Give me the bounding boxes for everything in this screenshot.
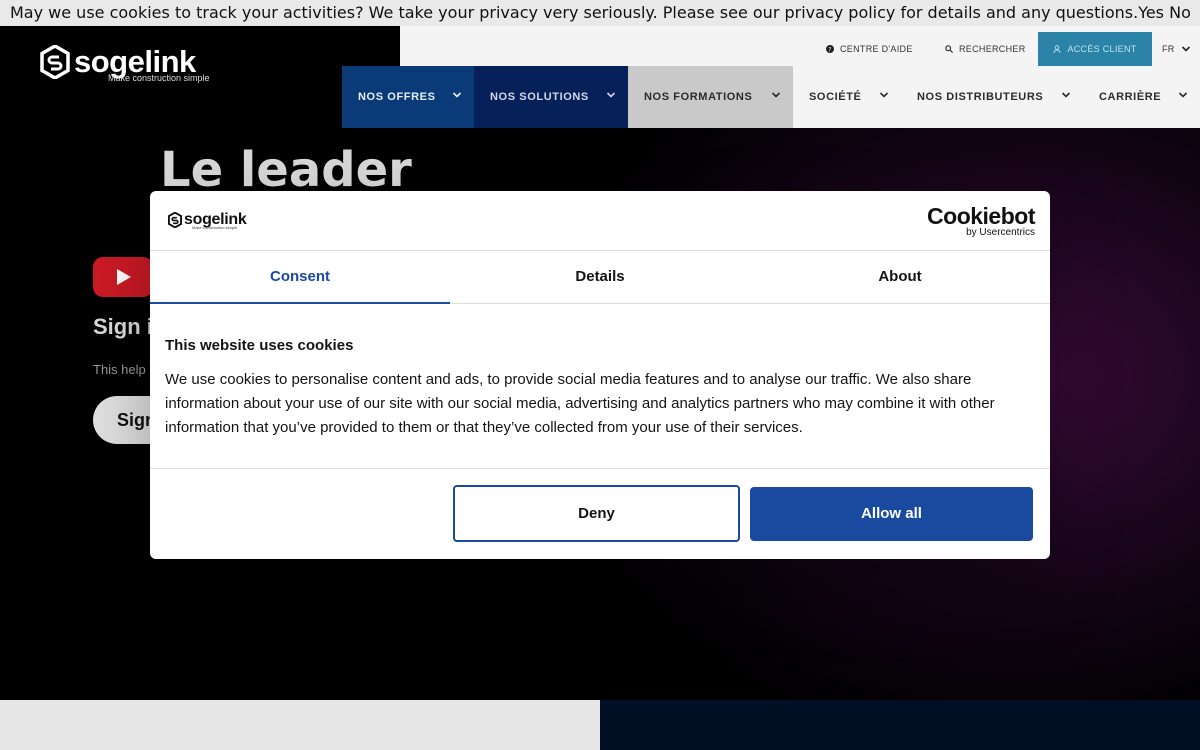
chevron-down-icon [606, 92, 616, 98]
chevron-down-icon [771, 92, 781, 98]
chevron-down-icon [452, 92, 462, 98]
client-access-label: ACCÈS CLIENT [1067, 44, 1137, 54]
chevron-down-icon [879, 92, 889, 98]
cookie-consent-dialog: sogelink Make construction simple Cookie… [150, 191, 1050, 559]
sogelink-logo-icon [40, 45, 70, 79]
cookiebot-logo[interactable]: Cookiebot by Usercentrics [927, 204, 1035, 238]
dialog-description: We use cookies to personalise content an… [165, 371, 995, 436]
dialog-body: This website uses cookies We use cookies… [150, 304, 1050, 469]
nav-item-solutions[interactable]: NOS SOLUTIONS [474, 66, 628, 128]
dialog-heading: This website uses cookies [165, 337, 354, 354]
client-access-button[interactable]: ACCÈS CLIENT [1038, 32, 1152, 66]
nav-solutions-label: NOS SOLUTIONS [490, 91, 589, 103]
user-icon [1053, 45, 1061, 53]
tab-about[interactable]: About [750, 251, 1050, 303]
deny-button[interactable]: Deny [453, 485, 740, 542]
nav-item-societe[interactable]: SOCIÉTÉ [793, 66, 901, 128]
nav-societe-label: SOCIÉTÉ [809, 91, 862, 103]
chevron-down-icon [1061, 92, 1071, 98]
sogelink-logo-icon [168, 212, 182, 228]
cookiebot-by: by Usercentrics [966, 227, 1035, 238]
allow-all-button[interactable]: Allow all [750, 487, 1033, 541]
tab-details[interactable]: Details [450, 251, 750, 303]
nav-carriere-label: CARRIÈRE [1099, 91, 1162, 103]
help-icon: ? [826, 45, 834, 53]
cookiebot-name: Cookiebot [927, 203, 1035, 229]
video-sign-in-heading: Sign i [93, 314, 153, 339]
language-selector[interactable]: FR [1162, 32, 1191, 66]
language-label: FR [1162, 44, 1175, 54]
nav-offres-label: NOS OFFRES [358, 91, 436, 103]
hero-title: Le leader [160, 142, 412, 198]
search-link[interactable]: RECHERCHER [945, 32, 1026, 66]
tab-consent[interactable]: Consent [150, 251, 450, 304]
help-center-label: CENTRE D'AIDE [840, 44, 913, 54]
svg-text:?: ? [828, 46, 832, 53]
nav-item-carriere[interactable]: CARRIÈRE [1083, 66, 1200, 128]
chevron-down-icon [1181, 46, 1190, 52]
nav-formations-label: NOS FORMATIONS [644, 91, 753, 103]
bottom-section-right [600, 700, 1200, 750]
nav-distributeurs-label: NOS DISTRIBUTEURS [917, 91, 1044, 103]
bottom-section-left [0, 700, 600, 750]
chevron-down-icon [1178, 92, 1188, 98]
dialog-header: sogelink Make construction simple Cookie… [150, 191, 1050, 251]
dialog-footer: Deny Allow all [150, 469, 1050, 558]
cookie-no-link[interactable]: No [1169, 3, 1191, 22]
cookie-message-bar: May we use cookies to track your activit… [0, 0, 1200, 26]
dialog-logo-tagline: Make construction simple [192, 225, 238, 230]
nav-item-distributeurs[interactable]: NOS DISTRIBUTEURS [901, 66, 1083, 128]
nav-item-offres[interactable]: NOS OFFRES [342, 66, 474, 128]
logo-tagline: Make construction simple [108, 73, 210, 83]
search-icon [945, 45, 953, 53]
nav-item-formations[interactable]: NOS FORMATIONS [628, 66, 793, 128]
sogelink-logo[interactable]: sogelink Make construction simple [40, 44, 210, 83]
video-sign-in-help: This help [93, 362, 146, 377]
cookie-message-text: May we use cookies to track your activit… [10, 3, 1139, 22]
dialog-sogelink-logo: sogelink Make construction simple [168, 211, 247, 230]
play-icon [117, 269, 131, 285]
youtube-play-button[interactable] [93, 257, 153, 297]
help-center-link[interactable]: ? CENTRE D'AIDE [826, 32, 913, 66]
dialog-tabs: Consent Details About [150, 251, 1050, 304]
cookie-yes-link[interactable]: Yes [1138, 3, 1164, 22]
search-label: RECHERCHER [959, 44, 1026, 54]
